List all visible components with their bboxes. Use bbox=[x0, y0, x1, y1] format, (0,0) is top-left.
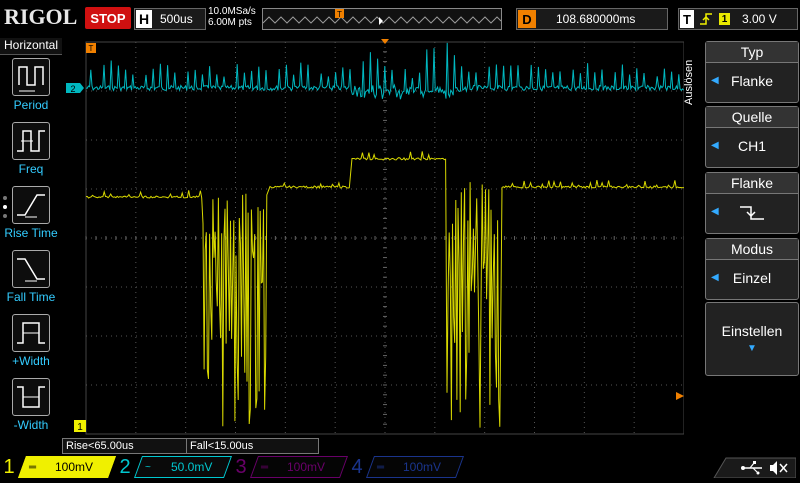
channel-scale: 100mV bbox=[287, 460, 326, 474]
channel-number: 4 bbox=[351, 455, 363, 478]
channel-3-tab[interactable]: 3 ═ 100mV bbox=[232, 455, 349, 478]
period-icon bbox=[18, 66, 44, 92]
trigger-menu-item-3[interactable]: Modus ◀ Einzel bbox=[705, 238, 799, 300]
left-menu-button-4[interactable] bbox=[12, 314, 50, 352]
trigger-menu-item-4[interactable]: Einstellen ▼ bbox=[705, 302, 799, 376]
coupling-icon: ═ bbox=[261, 461, 269, 473]
left-arrow-icon: ◀ bbox=[711, 272, 719, 283]
left-menu-label-4: +Width bbox=[12, 354, 50, 368]
ch2-ground-marker: 2 bbox=[66, 83, 84, 94]
left-arrow-icon: ◀ bbox=[711, 140, 719, 151]
trigger-box[interactable]: T 1 3.00 V bbox=[678, 8, 798, 30]
ch1-ground-marker: 1 bbox=[74, 420, 86, 433]
trigger-position-letter: T bbox=[337, 10, 342, 19]
coupling-icon: ~ bbox=[145, 461, 151, 473]
memory-depth: 6.00M pts bbox=[208, 17, 252, 28]
trigger-level-marker bbox=[676, 392, 684, 400]
trigger-source-badge: 1 bbox=[719, 13, 730, 25]
acquisition-info: 10.0MSa/s 6.00M pts bbox=[208, 6, 256, 28]
timebase-box[interactable]: H 500us bbox=[134, 8, 206, 30]
status-icons bbox=[706, 456, 797, 479]
left-menu-button-0[interactable] bbox=[12, 58, 50, 96]
left-menu-label-1: Freq bbox=[18, 162, 44, 176]
menu-page-dot bbox=[3, 196, 7, 200]
channel-4-tab[interactable]: 4 ═ 100mV bbox=[348, 455, 465, 478]
rise-time-icon bbox=[17, 194, 45, 218]
trigger-letter: T bbox=[680, 10, 694, 28]
left-menu-button-5[interactable] bbox=[12, 378, 50, 416]
fall-time-icon bbox=[17, 258, 45, 282]
left-arrow-icon: ◀ bbox=[711, 206, 719, 217]
trigger-menu-title-3: Modus bbox=[706, 239, 798, 260]
channel-number: 3 bbox=[235, 455, 247, 478]
left-menu-button-1[interactable] bbox=[12, 122, 50, 160]
coupling-icon: ═ bbox=[377, 461, 385, 473]
timebase-value: 500us bbox=[160, 12, 193, 26]
delay-box[interactable]: D 108.680000ms bbox=[516, 8, 668, 30]
waveform-svg: 1 2 T bbox=[66, 39, 685, 435]
trigger-marker: T bbox=[86, 43, 96, 53]
delay-letter: D bbox=[518, 10, 536, 28]
neg-width-icon bbox=[17, 386, 45, 408]
trigger-menu-value-0: ◀ Flanke bbox=[706, 63, 798, 99]
graticule bbox=[85, 41, 685, 434]
trigger-menu-item-1[interactable]: Quelle ◀ CH1 bbox=[705, 106, 799, 168]
rigol-logo: RIGOL bbox=[4, 4, 78, 29]
left-menu-title: Horizontal bbox=[0, 38, 62, 55]
channel-number: 2 bbox=[119, 455, 131, 478]
trigger-menu-value-2: ◀ bbox=[706, 194, 798, 230]
trigger-menu-item-2[interactable]: Flanke ◀ bbox=[705, 172, 799, 234]
run-stop-status[interactable]: STOP bbox=[85, 7, 131, 29]
channel-number: 1 bbox=[3, 455, 15, 478]
freq-icon bbox=[17, 130, 45, 152]
rise-time-measurement: Rise<65.00us bbox=[62, 438, 187, 454]
delay-value: 108.680000ms bbox=[556, 12, 636, 26]
down-arrow-icon: ▼ bbox=[747, 343, 757, 354]
trigger-menu-side-label: Auslösen bbox=[683, 59, 695, 105]
horizontal-letter: H bbox=[136, 10, 152, 28]
settings-label: Einstellen bbox=[721, 323, 783, 339]
trigger-menu-title-2: Flanke bbox=[706, 173, 798, 194]
memory-wave-icon: T bbox=[262, 9, 502, 25]
trigger-menu-value-1: ◀ CH1 bbox=[706, 128, 798, 164]
falling-edge-icon bbox=[740, 206, 764, 221]
coupling-icon: ═ bbox=[29, 461, 37, 473]
trigger-level: 3.00 V bbox=[742, 12, 777, 26]
left-menu-label-0: Period bbox=[13, 98, 49, 112]
trigger-menu-item-0[interactable]: Typ ◀ Flanke bbox=[705, 41, 799, 103]
channel-1-tab[interactable]: 1 ═ 100mV bbox=[0, 455, 117, 478]
menu-page-dot bbox=[3, 214, 7, 218]
sample-rate: 10.0MSa/s bbox=[208, 6, 256, 17]
fall-time-measurement: Fall<15.00us bbox=[186, 438, 319, 454]
svg-text:2: 2 bbox=[70, 84, 75, 94]
rising-edge-icon bbox=[700, 13, 712, 25]
memory-position-bar[interactable]: T bbox=[262, 8, 502, 30]
top-status-bar: RIGOL STOP H 500us 10.0MSa/s 6.00M pts T… bbox=[0, 0, 800, 38]
view-arrow-icon bbox=[379, 17, 383, 25]
channel-scale: 100mV bbox=[403, 460, 442, 474]
channel-2-tab[interactable]: 2 ~50.0mV bbox=[116, 455, 233, 478]
trigger-menu-title-0: Typ bbox=[706, 42, 798, 63]
pos-width-icon bbox=[17, 322, 45, 344]
left-menu-button-3[interactable] bbox=[12, 250, 50, 288]
left-menu-label-2: Rise Time bbox=[4, 226, 58, 240]
menu-page-dot bbox=[3, 205, 7, 209]
channel-scale: 100mV bbox=[55, 460, 94, 474]
left-menu-label-5: -Width bbox=[13, 418, 49, 432]
left-arrow-icon: ◀ bbox=[711, 75, 719, 86]
trigger-menu-title-1: Quelle bbox=[706, 107, 798, 128]
channel-bar: 1 ═ 100mV 2 ~50.0mV 3 ═ 100mV 4 ═ 100mV bbox=[0, 454, 800, 480]
trigger-menu-value-3: ◀ Einzel bbox=[706, 260, 798, 296]
channel-scale: 50.0mV bbox=[171, 460, 213, 474]
svg-text:1: 1 bbox=[77, 422, 83, 433]
left-menu-button-2[interactable] bbox=[12, 186, 50, 224]
left-menu-label-3: Fall Time bbox=[6, 290, 56, 304]
svg-text:T: T bbox=[89, 44, 94, 53]
waveform-display[interactable]: 1 2 T bbox=[62, 38, 685, 438]
